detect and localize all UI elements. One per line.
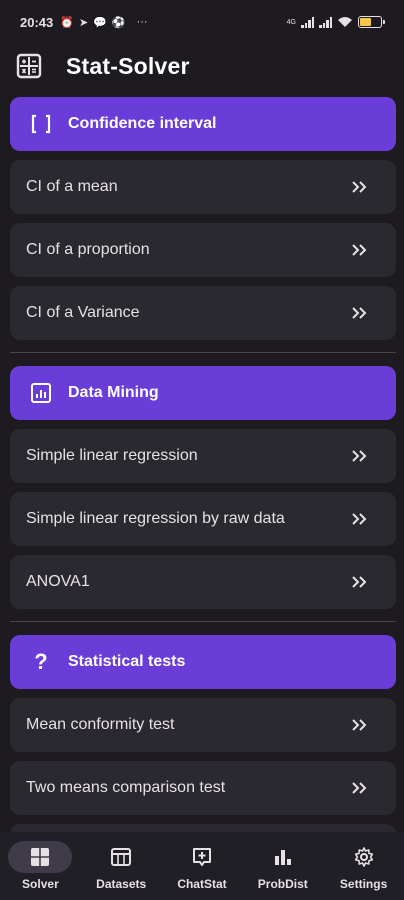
bottom-nav: Solver Datasets ChatStat ProbDist Settin… xyxy=(0,832,404,900)
list-item-ci-proportion[interactable]: CI of a proportion xyxy=(10,223,396,277)
calculator-icon xyxy=(16,53,42,79)
list-item-anova1[interactable]: ANOVA1 xyxy=(10,555,396,609)
nav-item-chatstat[interactable]: ChatStat xyxy=(162,841,242,891)
nav-label: ChatStat xyxy=(177,877,227,891)
wifi-icon xyxy=(338,17,352,27)
nav-item-datasets[interactable]: Datasets xyxy=(81,841,161,891)
status-left: 20:43 ⏰ ➤ 💬 ⚽ ··· xyxy=(20,15,148,30)
list-item-ci-variance[interactable]: CI of a Variance xyxy=(10,286,396,340)
divider xyxy=(10,352,396,353)
signal-icon xyxy=(301,16,314,28)
nav-item-settings[interactable]: Settings xyxy=(324,841,404,891)
app-title: Stat-Solver xyxy=(66,52,190,79)
app-bar: Stat-Solver xyxy=(0,44,404,88)
brackets-icon xyxy=(28,111,54,137)
table-icon xyxy=(111,848,132,866)
list-item-ci-mean[interactable]: CI of a mean xyxy=(10,160,396,214)
status-time: 20:43 xyxy=(20,14,54,30)
double-chevron-right-icon xyxy=(352,244,367,256)
list-item-regression-raw-data[interactable]: Simple linear regression by raw data xyxy=(10,492,396,546)
status-bar: 20:43 ⏰ ➤ 💬 ⚽ ··· 4G xyxy=(0,0,404,44)
chart-icon xyxy=(28,380,54,406)
nav-pill xyxy=(8,841,73,873)
item-label: Simple linear regression by raw data xyxy=(26,510,285,527)
nav-pill xyxy=(170,841,234,873)
nav-label: Settings xyxy=(339,877,388,891)
more-icon: ··· xyxy=(136,16,148,28)
item-label: ANOVA1 xyxy=(26,573,90,590)
nav-label: Datasets xyxy=(96,877,147,891)
item-label: Two means comparison test xyxy=(26,779,226,796)
section-header-data-mining[interactable]: Data Mining xyxy=(10,366,396,420)
chat-plus-icon xyxy=(192,848,211,866)
nav-pill xyxy=(89,841,153,873)
nav-label: ProbDist xyxy=(257,877,308,891)
list-item-two-means-comparison-test[interactable]: Two means comparison test xyxy=(10,761,396,815)
double-chevron-right-icon xyxy=(352,181,367,193)
section-title: Data Mining xyxy=(68,384,159,401)
alarm-icon: ⏰ xyxy=(60,16,74,29)
double-chevron-right-icon xyxy=(352,719,367,731)
nav-pill xyxy=(332,841,396,873)
network-label: 4G xyxy=(286,18,296,26)
question-icon: ? xyxy=(34,649,48,674)
item-label: CI of a Variance xyxy=(26,304,140,321)
item-label: CI of a mean xyxy=(26,178,118,195)
bar-chart-icon xyxy=(274,850,291,865)
divider xyxy=(10,621,396,622)
nav-item-solver[interactable]: Solver xyxy=(0,841,80,891)
gear-icon xyxy=(354,847,373,867)
section-title: Confidence interval xyxy=(68,115,217,132)
list-item-mean-conformity-test[interactable]: Mean conformity test xyxy=(10,698,396,752)
chat-icon: 💬 xyxy=(93,16,107,29)
battery-icon xyxy=(358,16,385,28)
dashboard-icon xyxy=(31,848,50,866)
item-label: CI of a proportion xyxy=(26,241,150,258)
item-label: Simple linear regression xyxy=(26,447,198,464)
list-item-simple-linear-regression[interactable]: Simple linear regression xyxy=(10,429,396,483)
double-chevron-right-icon xyxy=(352,307,367,319)
double-chevron-right-icon xyxy=(352,450,367,462)
double-chevron-right-icon xyxy=(352,513,367,525)
soccer-icon: ⚽ xyxy=(111,16,126,29)
nav-pill xyxy=(251,841,315,873)
section-header-confidence-interval[interactable]: Confidence interval xyxy=(10,97,396,151)
nav-label: Solver xyxy=(22,877,59,891)
section-title: Statistical tests xyxy=(68,653,186,670)
solver-list: Confidence interval CI of a mean CI of a… xyxy=(10,97,396,878)
status-right: 4G xyxy=(286,16,385,28)
double-chevron-right-icon xyxy=(352,782,367,794)
section-header-statistical-tests[interactable]: ? Statistical tests xyxy=(10,635,396,689)
telegram-icon: ➤ xyxy=(78,16,89,29)
signal-2-icon xyxy=(319,16,332,28)
nav-item-probdist[interactable]: ProbDist xyxy=(243,841,323,891)
double-chevron-right-icon xyxy=(352,576,367,588)
item-label: Mean conformity test xyxy=(26,716,175,733)
